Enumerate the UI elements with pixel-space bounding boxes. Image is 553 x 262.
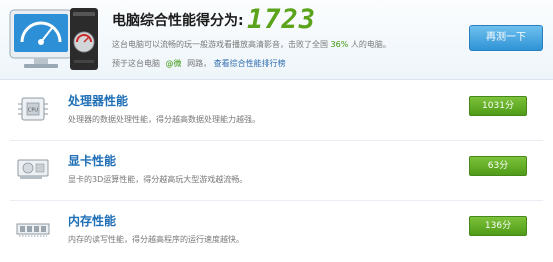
weibo-share-link[interactable]: @微 bbox=[166, 59, 182, 68]
share-line: 预于这台电脑 @微 网路， 查看综合性能排行榜 bbox=[112, 58, 286, 69]
list-item-memory: 内存性能 内存的读写性能，得分越高程序的运行速度越快。 136分 bbox=[0, 204, 553, 262]
description-suffix: 人的电脑。 bbox=[350, 40, 391, 49]
beat-percentage: 36% bbox=[330, 40, 349, 49]
cpu-description: 处理器的数据处理性能，得分越高数据处理能力越强。 bbox=[68, 115, 260, 124]
cpu-icon: CPU bbox=[18, 97, 48, 121]
score-title: 电脑综合性能得分为: bbox=[112, 13, 244, 29]
memory-icon bbox=[16, 223, 50, 237]
row-divider bbox=[10, 140, 543, 141]
list-item-graphics: 显卡性能 显卡的3D运算性能，得分越高玩大型游戏越流畅。 63分 bbox=[0, 144, 553, 204]
graphics-card-icon bbox=[17, 159, 49, 179]
computer-speedometer-icon bbox=[9, 8, 98, 70]
memory-description: 内存的读写性能，得分越高程序的运行速度越快。 bbox=[68, 235, 244, 244]
memory-title: 内存性能 bbox=[68, 214, 117, 228]
list-item-cpu: CPU 处理器性能 处理器的数据处理性能，得分越高数据处理能力越强。 1031分 bbox=[0, 84, 553, 144]
total-score: 1723 bbox=[247, 4, 317, 35]
retest-button[interactable]: 再测一下 bbox=[469, 25, 543, 51]
description-prefix: 这台电脑可以流畅的玩一般游戏看播放高清影音，击败了全国 bbox=[112, 40, 328, 49]
cpu-title: 处理器性能 bbox=[68, 94, 129, 108]
memory-score-badge: 136分 bbox=[469, 216, 527, 236]
cpu-score-badge: 1031分 bbox=[469, 96, 527, 116]
score-description: 这台电脑可以流畅的玩一般游戏看播放高清影音，击败了全国 36% 人的电脑。 bbox=[112, 39, 391, 50]
graphics-title: 显卡性能 bbox=[68, 154, 117, 168]
graphics-description: 显卡的3D运算性能，得分越高玩大型游戏越流畅。 bbox=[68, 175, 248, 184]
graphics-score-badge: 63分 bbox=[469, 156, 527, 176]
share-middle: 网路， bbox=[187, 59, 212, 68]
share-prefix: 预于这台电脑 bbox=[112, 59, 160, 68]
row-divider bbox=[10, 200, 543, 201]
score-header: 电脑综合性能得分为: 1723 这台电脑可以流畅的玩一般游戏看播放高清影音，击败… bbox=[0, 0, 553, 80]
svg-text:CPU: CPU bbox=[28, 108, 39, 114]
ranking-link[interactable]: 查看综合性能排行榜 bbox=[214, 59, 286, 68]
